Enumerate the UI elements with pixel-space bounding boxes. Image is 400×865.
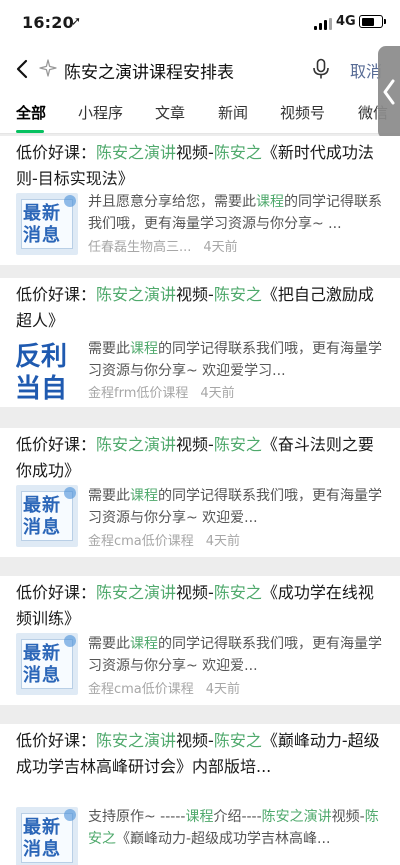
chevron-left-icon: [383, 79, 395, 105]
result-time: 4天前: [203, 240, 238, 255]
floating-side-handle[interactable]: [378, 46, 400, 139]
signal-icon: [314, 18, 332, 30]
thumbnail-text: 消息: [23, 665, 61, 686]
tab-articles[interactable]: 文章: [155, 102, 185, 123]
keyword-highlight: 课程: [130, 341, 158, 357]
result-card[interactable]: 低价好课：陈安之演讲视频-陈安之《新时代成功法则-目标实现法》 最新 消息 并且…: [0, 136, 400, 265]
result-source[interactable]: 任春磊生物高三...: [88, 240, 191, 255]
result-title[interactable]: 低价好课：陈安之演讲视频-陈安之《巅峰动力-超级成功学吉林高峰研讨会》内部版培.…: [16, 728, 388, 780]
result-meta: 金程cma低价课程 4天前: [88, 678, 240, 697]
thumbnail-text: 最新: [23, 817, 61, 838]
keyword-highlight: 陈安之演讲: [261, 809, 332, 825]
result-meta: 金程cma低价课程 4天前: [88, 530, 240, 549]
result-snippet: 需要此课程的同学记得联系我们哦，更有海量学习资源与你分享~ 欢迎爱学习...: [88, 341, 382, 379]
search-bar: 陈安之演讲课程安排表 取消: [0, 46, 400, 92]
search-input[interactable]: 陈安之演讲课程安排表: [64, 58, 234, 83]
result-card[interactable]: 低价好课：陈安之演讲视频-陈安之《巅峰动力-超级成功学吉林高峰研讨会》内部版培.…: [0, 724, 400, 865]
keyword-highlight: 陈安之: [213, 143, 262, 162]
result-title[interactable]: 低价好课：陈安之演讲视频-陈安之《新时代成功法则-目标实现法》: [16, 140, 388, 192]
keyword-highlight: 陈安之: [213, 285, 262, 304]
result-title[interactable]: 低价好课：陈安之演讲视频-陈安之《把自己激励成超人》: [16, 282, 388, 334]
result-title[interactable]: 低价好课：陈安之演讲视频-陈安之《成功学在线视频训练》: [16, 580, 388, 632]
result-source[interactable]: 金程cma低价课程: [88, 534, 194, 549]
network-type: 4G: [336, 14, 356, 29]
result-meta: 金程frm低价课程 4天前: [88, 382, 235, 401]
promo-thumbnail: 反利 当自: [16, 338, 78, 400]
news-thumbnail: 最新 消息: [16, 193, 78, 255]
keyword-highlight: 陈安之演讲: [96, 435, 177, 454]
thumbnail-text: 最新: [23, 643, 61, 664]
keyword-highlight: 课程: [130, 488, 158, 504]
tab-news[interactable]: 新闻: [218, 102, 248, 123]
thumbnail-text: 最新: [23, 495, 61, 516]
keyword-highlight: 课程: [185, 809, 214, 825]
status-bar: 16:20 ➚ 4G: [0, 0, 400, 46]
thumbnail-text: 当自: [16, 374, 68, 400]
status-time: 16:20: [22, 13, 74, 32]
keyword-highlight: 陈安之: [213, 583, 262, 602]
keyword-highlight: 陈安之演讲: [96, 143, 177, 162]
result-time: 4天前: [205, 534, 241, 549]
keyword-highlight: 课程: [256, 194, 284, 210]
thumbnail-text: 最新: [23, 203, 61, 224]
keyword-highlight: 陈安之演讲: [96, 285, 177, 304]
result-time: 4天前: [200, 386, 235, 401]
active-tab-indicator: [16, 130, 44, 133]
thumbnail-text: 消息: [23, 839, 61, 860]
tab-all[interactable]: 全部: [16, 102, 46, 123]
filter-tabs: 全部 小程序 文章 新闻 视频号 微信: [0, 92, 400, 134]
result-source[interactable]: 金程cma低价课程: [88, 682, 194, 697]
keyword-highlight: 陈安之: [213, 731, 262, 750]
tab-channels[interactable]: 视频号: [280, 102, 325, 123]
thumbnail-text: 消息: [23, 517, 61, 538]
news-thumbnail: 最新 消息: [16, 807, 78, 865]
keyword-highlight: 陈安之演讲: [96, 583, 177, 602]
battery-level: [361, 17, 375, 26]
result-card[interactable]: 低价好课：陈安之演讲视频-陈安之《奋斗法则之要你成功》 最新 消息 需要此课程的…: [0, 428, 400, 557]
result-snippet: 需要此课程的同学记得联系我们哦，更有海量学习资源与你分享~ 欢迎爱...: [88, 636, 382, 674]
result-title[interactable]: 低价好课：陈安之演讲视频-陈安之《奋斗法则之要你成功》: [16, 432, 388, 484]
sparkle-icon: [39, 59, 57, 77]
result-snippet: 需要此课程的同学记得联系我们哦，更有海量学习资源与你分享~ 欢迎爱...: [88, 488, 382, 526]
result-time: 4天前: [205, 682, 241, 697]
back-arrow-icon[interactable]: [12, 58, 34, 80]
microphone-icon[interactable]: [311, 58, 331, 80]
keyword-highlight: 陈安之演讲: [96, 731, 177, 750]
battery-icon: [359, 15, 386, 28]
keyword-highlight: 课程: [130, 636, 158, 652]
result-card[interactable]: 低价好课：陈安之演讲视频-陈安之《成功学在线视频训练》 最新 消息 需要此课程的…: [0, 576, 400, 705]
tab-mini-programs[interactable]: 小程序: [78, 102, 123, 123]
result-meta: 任春磊生物高三... 4天前: [88, 236, 238, 255]
location-arrow-icon: ➚: [71, 14, 82, 28]
result-snippet: 支持原作~ -----课程介绍----陈安之演讲视频-陈安之《巅峰动力-超级成功…: [88, 809, 379, 847]
thumbnail-text: 消息: [23, 225, 61, 246]
keyword-highlight: 陈安之: [213, 435, 262, 454]
result-snippet: 并且愿意分享给您，需要此课程的同学记得联系我们哦，更有海量学习资源与你分享~ .…: [88, 194, 382, 232]
result-card[interactable]: 低价好课：陈安之演讲视频-陈安之《把自己激励成超人》 反利 当自 需要此课程的同…: [0, 278, 400, 407]
result-source[interactable]: 金程frm低价课程: [88, 386, 188, 401]
news-thumbnail: 最新 消息: [16, 485, 78, 547]
news-thumbnail: 最新 消息: [16, 633, 78, 695]
